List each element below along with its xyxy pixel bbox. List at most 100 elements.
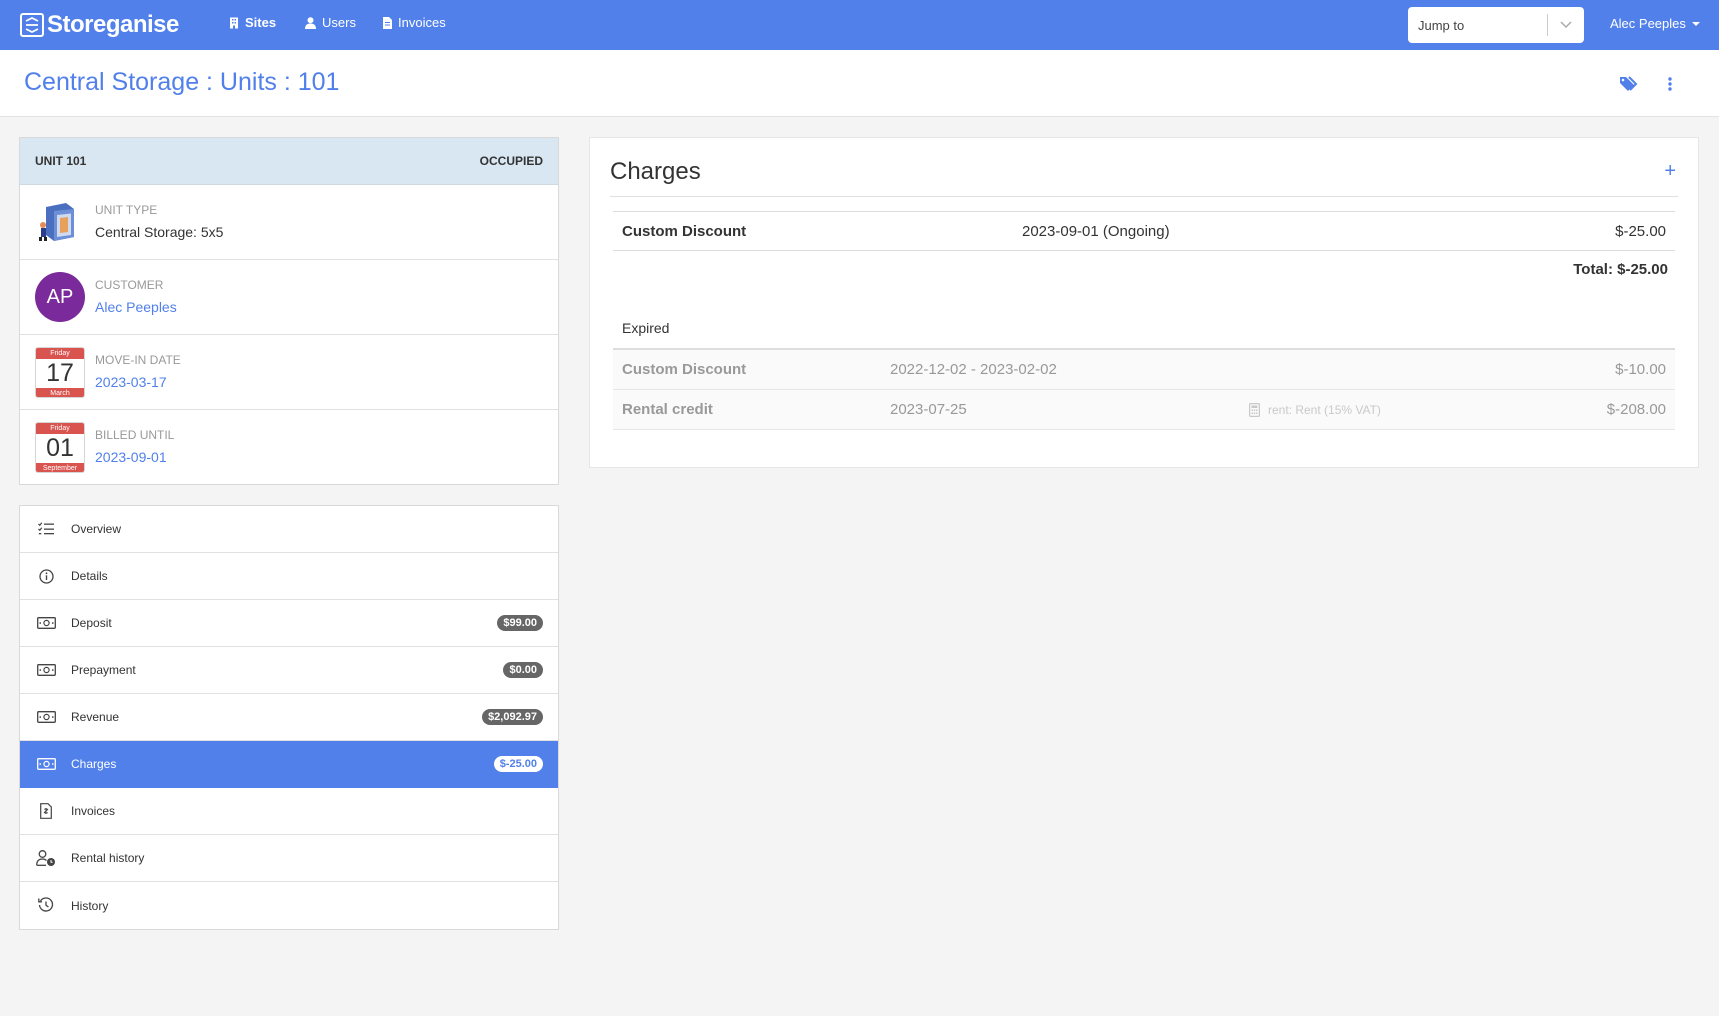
avatar-initials: AP	[46, 285, 74, 308]
customer-label: CUSTOMER	[95, 278, 164, 292]
user-icon	[305, 16, 316, 29]
menu-item-history[interactable]: History	[20, 882, 558, 929]
deposit-badge: $99.00	[497, 615, 543, 631]
charge-date: 2023-07-25	[890, 401, 967, 418]
billed-until-label: BILLED UNTIL	[95, 428, 175, 442]
billed-until-link[interactable]: 2023-09-01	[95, 449, 167, 465]
caret-down-icon	[1691, 21, 1700, 26]
nav-invoices-label: Invoices	[398, 15, 446, 30]
move-in-label: MOVE-IN DATE	[95, 353, 181, 367]
tags-icon[interactable]	[1620, 76, 1640, 97]
top-navbar: Storeganise Sites Users Invoices Jump to…	[0, 0, 1719, 50]
charge-date: 2022-12-02 - 2023-02-02	[890, 361, 1057, 378]
nav-sites-label: Sites	[245, 15, 277, 30]
money-bill-icon	[36, 708, 56, 726]
menu-item-deposit[interactable]: Deposit $99.00	[20, 600, 558, 647]
expired-charge-row[interactable]: Rental credit 2023-07-25 rent: Rent (15%…	[613, 390, 1675, 430]
brand-name: Storeganise	[47, 11, 179, 38]
charge-note: rent: Rent (15% VAT)	[1249, 403, 1381, 417]
charges-badge: $-25.00	[493, 756, 543, 772]
more-vertical-icon[interactable]	[1668, 76, 1672, 97]
history-icon	[36, 896, 56, 914]
avatar[interactable]: AP	[35, 272, 85, 322]
menu-item-label: Rental history	[71, 851, 145, 865]
calendar-weekday: Friday	[36, 348, 84, 359]
charge-name: Custom Discount	[622, 361, 747, 378]
calendar-day-number: 01	[46, 434, 74, 462]
charge-amount: $-10.00	[1615, 361, 1666, 378]
move-in-row: Friday 17 March MOVE-IN DATE 2023-03-17	[20, 335, 558, 410]
jump-to-select[interactable]: Jump to	[1408, 7, 1584, 43]
menu-item-charges[interactable]: Charges $-25.00	[20, 741, 558, 788]
menu-item-overview[interactable]: Overview	[20, 506, 558, 553]
storeganise-logo-icon	[20, 13, 44, 37]
menu-item-revenue[interactable]: Revenue $2,092.97	[20, 694, 558, 741]
menu-item-prepayment[interactable]: Prepayment $0.00	[20, 647, 558, 694]
calendar-weekday: Friday	[36, 423, 84, 434]
add-charge-button[interactable]: +	[1664, 160, 1676, 183]
charge-amount: $-25.00	[1615, 222, 1666, 240]
calendar-month: September	[36, 463, 84, 472]
storage-unit-illustration-icon	[39, 203, 74, 241]
unit-type-label: UNIT TYPE	[95, 203, 158, 217]
jump-to-placeholder: Jump to	[1418, 17, 1465, 33]
file-invoice-icon	[383, 16, 392, 29]
nav-sites[interactable]: Sites	[229, 15, 276, 30]
charge-date: 2023-09-01 (Ongoing)	[1022, 222, 1170, 240]
menu-item-label: Invoices	[71, 804, 116, 818]
charge-name: Custom Discount	[622, 222, 747, 240]
menu-item-label: Deposit	[71, 616, 112, 630]
unit-info-card: UNIT 101 OCCUPIED UNIT TYPE Central Stor…	[19, 137, 559, 485]
calendar-icon: Friday 17 March	[35, 347, 85, 398]
menu-item-label: Details	[71, 569, 108, 583]
nav-users-label: Users	[322, 15, 356, 30]
menu-item-details[interactable]: Details	[20, 553, 558, 600]
expired-charge-row[interactable]: Custom Discount 2022-12-02 - 2023-02-02 …	[613, 350, 1675, 390]
revenue-badge: $2,092.97	[482, 709, 543, 725]
charge-note-text: rent: Rent (15% VAT)	[1268, 402, 1381, 417]
list-check-icon	[36, 520, 56, 538]
menu-item-rental-history[interactable]: Rental history	[20, 835, 558, 882]
menu-item-label: Prepayment	[71, 663, 136, 677]
charges-divider	[610, 196, 1678, 197]
unit-type-row: UNIT TYPE Central Storage: 5x5	[20, 185, 558, 260]
calendar-day-number: 17	[46, 359, 74, 387]
calendar-month: March	[36, 388, 84, 397]
menu-item-label: Charges	[71, 757, 117, 771]
unit-status-badge: OCCUPIED	[479, 154, 543, 168]
calendar-icon: Friday 01 September	[35, 422, 85, 473]
unit-side-menu: Overview Details Deposit $99.00 Prepayme…	[19, 505, 559, 930]
menu-item-label: Revenue	[71, 710, 120, 724]
nav-invoices[interactable]: Invoices	[383, 15, 446, 30]
menu-item-label: Overview	[71, 522, 122, 536]
prepayment-badge: $0.00	[503, 662, 543, 678]
menu-item-label: History	[71, 898, 109, 913]
unit-type-value: Central Storage: 5x5	[95, 224, 224, 240]
charge-row[interactable]: Custom Discount 2023-09-01 (Ongoing) $-2…	[613, 211, 1675, 251]
money-bill-icon	[36, 661, 56, 679]
user-menu[interactable]: Alec Peeples	[1610, 16, 1700, 31]
billed-until-row: Friday 01 September BILLED UNTIL 2023-09…	[20, 410, 558, 485]
info-circle-icon	[36, 567, 56, 585]
brand-logo[interactable]: Storeganise	[20, 11, 179, 38]
expired-section-title: Expired	[622, 320, 670, 336]
page-header: Central Storage : Units : 101	[0, 50, 1719, 117]
calculator-icon	[1249, 402, 1260, 417]
move-in-date-link[interactable]: 2023-03-17	[95, 374, 167, 390]
user-menu-name: Alec Peeples	[1610, 16, 1686, 31]
building-icon	[230, 17, 238, 28]
money-bill-icon	[36, 755, 56, 773]
customer-row: AP CUSTOMER Alec Peeples	[20, 260, 558, 335]
customer-link[interactable]: Alec Peeples	[95, 299, 177, 315]
file-invoice-icon	[36, 802, 56, 820]
unit-name: UNIT 101	[35, 154, 87, 168]
nav-users[interactable]: Users	[305, 15, 356, 30]
menu-item-invoices[interactable]: Invoices	[20, 788, 558, 835]
money-bill-icon	[36, 614, 56, 632]
charge-amount: $-208.00	[1606, 401, 1666, 418]
charges-total: Total: $-25.00	[1573, 261, 1668, 278]
charges-panel: Charges + Custom Discount 2023-09-01 (On…	[589, 137, 1699, 468]
chevron-down-icon[interactable]	[1548, 21, 1584, 29]
page-title: Central Storage : Units : 101	[24, 68, 340, 96]
charge-name: Rental credit	[622, 401, 713, 418]
